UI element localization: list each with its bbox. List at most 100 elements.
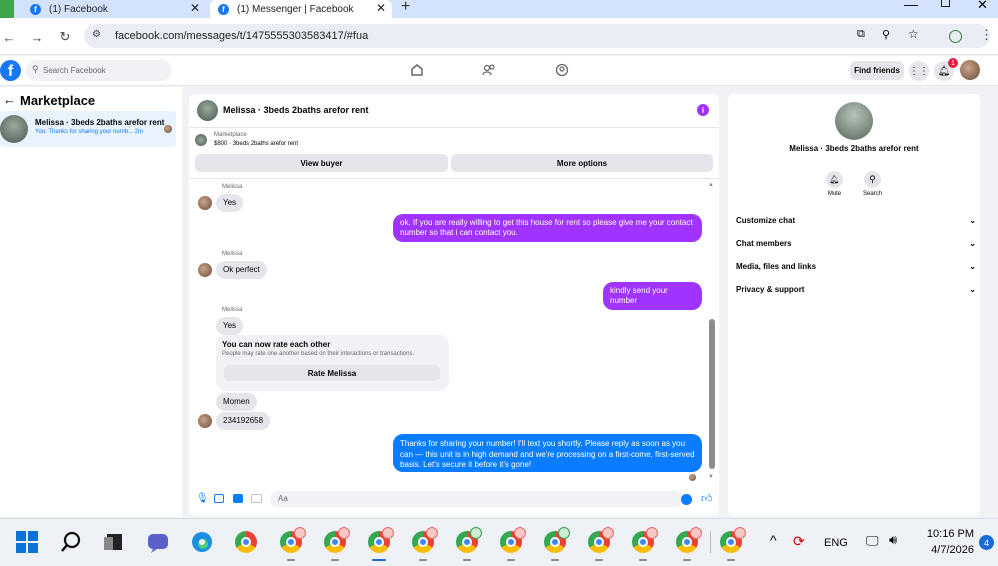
scroll-down-icon[interactable]: ▼ [708,474,714,480]
message-bubble[interactable]: ok, If you are really willing to get thi… [393,214,702,242]
microphone-icon[interactable]: 🎙︎ [196,493,209,504]
chat-avatar[interactable] [197,100,218,121]
chrome-profile-icon[interactable] [630,527,658,561]
contact-photo[interactable] [835,102,873,140]
windows-taskbar: ^ ⟳ ENG 🖵︎ 🔊︎ 10:16 PM 4/7/2026 4 [0,518,998,566]
close-tab-icon[interactable]: ✕ [190,1,200,15]
message-bubble[interactable]: Ok perfect [216,261,267,279]
omnibox[interactable]: ⚙ facebook.com/messages/t/14755553035834… [84,24,990,48]
sticker-icon[interactable] [233,494,243,503]
find-friends-button[interactable]: Find friends [850,61,904,80]
info-icon[interactable]: i [697,104,709,116]
chrome-profile-icon[interactable] [674,527,702,561]
sender-avatar[interactable] [198,196,212,210]
rate-button[interactable]: Rate Melissa [224,365,440,381]
message-bubble[interactable]: Thanks for sharing your number! I'll tex… [393,434,702,472]
sender-avatar[interactable] [198,263,212,277]
chrome-profile-icon[interactable] [498,527,526,561]
mute-bell-icon[interactable]: 🔔︎ [826,171,843,188]
reload-icon[interactable]: ↻ [56,28,74,46]
bookmark-star-icon[interactable]: ☆ [908,27,919,41]
edge-icon[interactable] [189,529,215,555]
photo-icon[interactable] [214,494,224,503]
minimize-icon[interactable]: — [904,0,918,12]
zoom-icon[interactable]: ⚲ [882,28,890,41]
chrome-profile-icon[interactable] [366,527,394,561]
chevron-down-icon: ⌄ [969,215,976,225]
message-bubble[interactable]: Yes [216,194,244,212]
message-bubble[interactable]: Yes [216,317,244,335]
chrome-profile-icon[interactable] [322,527,350,561]
chrome-icon[interactable] [233,529,259,555]
browser-tab-strip: f (1) Facebook ✕ f (1) Messenger | Faceb… [0,0,998,18]
emoji-icon[interactable] [681,494,692,505]
tab-messenger[interactable]: f (1) Messenger | Facebook ✕ [210,0,392,18]
tab-facebook[interactable]: f (1) Facebook ✕ [22,0,208,18]
facebook-favicon-icon: f [218,3,229,15]
section-privacy-support[interactable]: Privacy & support ⌄ [736,280,976,298]
search-taskbar-icon[interactable] [58,529,84,555]
sender-avatar[interactable] [198,414,212,428]
groups-icon[interactable] [555,63,569,77]
chrome-profile-icon[interactable] [718,527,746,561]
message-bubble[interactable]: Momen [216,393,257,411]
chat-pane: Melissa · 3beds 2baths arefor rent i Mar… [189,94,719,516]
notification-center-badge[interactable]: 4 [979,535,994,550]
chevron-down-icon: ⌄ [969,238,976,248]
search-icon[interactable]: ⚲ [864,171,881,188]
section-chat-members[interactable]: Chat members ⌄ [736,234,976,252]
chrome-profile-icon[interactable] [410,527,438,561]
search-facebook-input[interactable]: ⚲ Search Facebook [26,60,172,81]
clock-time[interactable]: 10:16 PM [922,528,974,540]
section-media-files-links[interactable]: Media, files and links ⌄ [736,257,976,275]
scroll-up-icon[interactable]: ▲ [708,182,714,188]
account-avatar[interactable] [960,60,980,80]
facebook-logo-icon[interactable]: f [0,60,21,81]
message-input[interactable]: Aa [270,491,684,507]
view-buyer-button[interactable]: View buyer [195,154,448,172]
chrome-profile-icon[interactable] [278,527,306,561]
close-window-icon[interactable]: ✕ [977,0,988,13]
clock-date[interactable]: 4/7/2026 [922,544,974,556]
section-label: Media, files and links [736,261,817,271]
section-customize-chat[interactable]: Customize chat ⌄ [736,211,976,229]
url-text[interactable]: facebook.com/messages/t/1475555303583417… [115,30,368,42]
thumbs-up-icon[interactable]: 👍︎ [701,492,713,505]
back-arrow-icon[interactable]: ← [3,92,16,107]
install-app-icon[interactable]: ⧉ [857,28,865,41]
home-icon[interactable] [410,63,424,77]
profile-strip-icon[interactable] [0,0,14,18]
sync-icon[interactable]: ⟳ [793,533,805,550]
chrome-profile-icon[interactable] [454,527,482,561]
more-options-button[interactable]: More options [451,154,713,172]
site-info-icon[interactable]: ⚙ [92,29,101,40]
menu-grid-icon[interactable]: ⋮⋮ [909,61,929,81]
tray-chevron-up-icon[interactable]: ^ [770,532,777,548]
task-view-icon[interactable] [101,529,127,555]
profile-icon[interactable] [949,30,962,43]
back-icon[interactable]: ← [0,28,18,46]
volume-icon[interactable]: 🔊︎ [889,532,897,548]
thread-item[interactable]: Melissa · 3beds 2baths arefor rent You: … [0,111,176,147]
gif-icon[interactable] [251,494,262,503]
chevron-down-icon: ⌄ [969,261,976,271]
restore-icon[interactable] [941,0,950,7]
message-bubble[interactable]: kindly send your number [603,282,702,310]
message-bubble[interactable]: 234192658 [216,412,271,430]
chrome-menu-icon[interactable]: ⋮ [980,27,993,43]
forward-icon[interactable]: → [28,28,46,46]
section-label: Chat members [736,238,792,248]
language-indicator[interactable]: ENG [824,537,848,549]
listing-label: Marketplace [214,132,247,138]
listing-detail: $800 · 3beds 2baths arefor rent [214,141,299,147]
chrome-profile-icon[interactable] [542,527,570,561]
scrollbar-thumb[interactable] [709,319,715,469]
network-icon[interactable]: 🖵︎ [866,533,879,549]
friends-icon[interactable] [482,63,496,77]
new-tab-button[interactable]: + [401,0,410,16]
chrome-profile-icon[interactable] [586,527,614,561]
start-icon[interactable] [14,529,40,555]
close-tab-icon[interactable]: ✕ [376,1,386,15]
chat-title[interactable]: Melissa · 3beds 2baths arefor rent [223,105,369,115]
teams-chat-icon[interactable] [145,529,171,555]
